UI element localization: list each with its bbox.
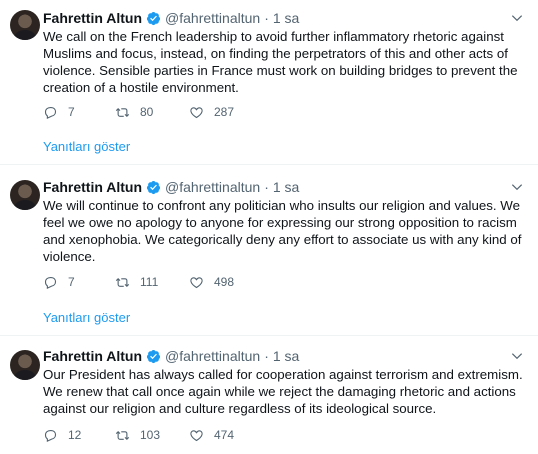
- timestamp[interactable]: 1 sa: [273, 10, 299, 26]
- tweet-header: Fahrettin Altun @fahrettinaltun · 1 sa: [43, 347, 299, 365]
- avatar[interactable]: [10, 10, 40, 40]
- retweet-icon: [115, 107, 130, 117]
- timestamp[interactable]: 1 sa: [273, 179, 299, 195]
- avatar[interactable]: [10, 350, 40, 380]
- tweet-actions: 12 103 474: [43, 425, 234, 445]
- heart-icon: [190, 106, 203, 118]
- author-name[interactable]: Fahrettin Altun: [43, 348, 142, 364]
- author-handle[interactable]: @fahrettinaltun: [165, 348, 260, 364]
- tweet-actions: 7 80 287: [43, 102, 234, 122]
- author-name[interactable]: Fahrettin Altun: [43, 179, 142, 195]
- retweet-count: 111: [140, 275, 159, 289]
- avatar[interactable]: [10, 180, 40, 210]
- retweet-count: 103: [140, 428, 161, 442]
- chevron-down-icon[interactable]: [510, 349, 524, 363]
- separator-dot: ·: [264, 348, 269, 364]
- separator-dot: ·: [264, 10, 269, 26]
- retweet-button[interactable]: 103: [115, 428, 189, 443]
- tweet-text: We will continue to confront any politic…: [43, 198, 522, 264]
- retweet-button[interactable]: 111: [115, 275, 189, 290]
- reply-count: 7: [68, 275, 75, 289]
- author-handle[interactable]: @fahrettinaltun: [165, 10, 260, 26]
- verified-badge-icon: [146, 180, 161, 194]
- reply-icon: [44, 106, 57, 119]
- retweet-count: 80: [140, 105, 154, 119]
- author-name[interactable]: Fahrettin Altun: [43, 10, 142, 26]
- divider: [0, 335, 538, 336]
- tweet-text: We call on the French leadership to avoi…: [43, 29, 518, 95]
- chevron-down-icon[interactable]: [510, 11, 524, 25]
- tweet-header: Fahrettin Altun @fahrettinaltun · 1 sa: [43, 9, 299, 27]
- reply-icon: [44, 276, 57, 289]
- retweet-button[interactable]: 80: [115, 105, 189, 120]
- verified-badge-icon: [146, 11, 161, 25]
- retweet-icon: [115, 277, 130, 287]
- divider: [0, 164, 538, 165]
- reply-count: 12: [68, 428, 82, 442]
- like-count: 498: [214, 275, 235, 289]
- reply-count: 7: [68, 105, 75, 119]
- tweet-actions: 7 111 498: [43, 272, 234, 292]
- verified-badge-icon: [146, 349, 161, 363]
- reply-button[interactable]: 12: [43, 428, 115, 443]
- reply-button[interactable]: 7: [43, 105, 115, 120]
- tweet-text: Our President has always called for coop…: [43, 367, 523, 416]
- reply-button[interactable]: 7: [43, 275, 115, 290]
- like-button[interactable]: 287: [189, 105, 234, 120]
- show-replies-link[interactable]: Yanıtları göster: [43, 139, 130, 154]
- separator-dot: ·: [264, 179, 269, 195]
- like-button[interactable]: 474: [189, 428, 234, 443]
- like-count: 287: [214, 105, 235, 119]
- reply-icon: [44, 429, 57, 442]
- timestamp[interactable]: 1 sa: [273, 348, 299, 364]
- author-handle[interactable]: @fahrettinaltun: [165, 179, 260, 195]
- like-button[interactable]: 498: [189, 275, 234, 290]
- tweet-header: Fahrettin Altun @fahrettinaltun · 1 sa: [43, 178, 299, 196]
- heart-icon: [190, 276, 203, 288]
- heart-icon: [190, 429, 203, 441]
- show-replies-link[interactable]: Yanıtları göster: [43, 310, 130, 325]
- retweet-icon: [115, 430, 130, 440]
- like-count: 474: [214, 428, 235, 442]
- chevron-down-icon[interactable]: [510, 180, 524, 194]
